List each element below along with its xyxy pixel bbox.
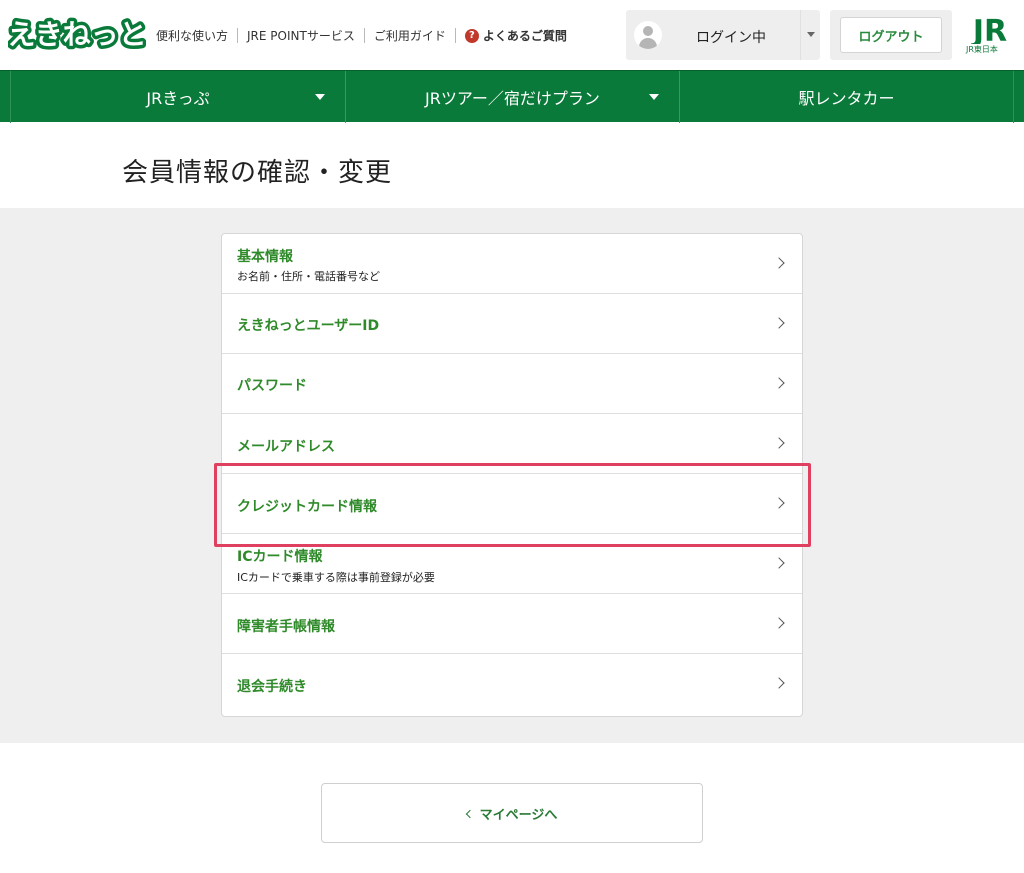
chevron-right-icon — [773, 497, 785, 509]
menu-item-basic-info[interactable]: 基本情報 お名前・住所・電話番号など — [222, 234, 802, 294]
chevron-left-icon — [465, 809, 474, 818]
login-status-dropdown[interactable]: ログイン中 — [626, 10, 820, 60]
menu-item-email[interactable]: メールアドレス — [222, 414, 802, 474]
nav-item-label: JRツアー／宿だけプラン — [425, 89, 600, 108]
chevron-right-icon — [773, 257, 785, 269]
nav-item-jr-tours[interactable]: JRツアー／宿だけプラン — [346, 71, 679, 123]
menu-item-title: 基本情報 — [237, 249, 293, 265]
chevron-right-icon — [773, 437, 785, 449]
caret-down-icon — [649, 94, 659, 100]
chevron-right-icon — [773, 617, 785, 629]
menu-item-credit-card[interactable]: クレジットカード情報 — [222, 474, 802, 534]
menu-item-subtitle: お名前・住所・電話番号など — [237, 270, 380, 283]
link-divider — [454, 28, 456, 43]
site-header: えきねっと えきねっと 便利な使い方 JRE POINTサービス ご利用ガイド … — [0, 0, 1024, 70]
nav-item-label: JRきっぷ — [146, 89, 210, 108]
link-how-to-use[interactable]: 便利な使い方 — [156, 27, 228, 44]
link-divider — [363, 28, 365, 43]
menu-item-ic-card[interactable]: ICカード情報 ICカードで乗車する際は事前登録が必要 — [222, 534, 802, 594]
chevron-right-icon — [773, 677, 785, 689]
jr-east-label: JR東日本 — [966, 45, 998, 54]
caret-down-icon — [315, 94, 325, 100]
menu-item-withdraw[interactable]: 退会手続き — [222, 654, 802, 714]
menu-item-user-id[interactable]: えきねっとユーザーID — [222, 294, 802, 354]
caret-down-icon — [807, 32, 815, 37]
nav-item-label: 駅レンタカー — [798, 89, 895, 108]
global-nav: JRきっぷ JRツアー／宿だけプラン 駅レンタカー — [0, 70, 1024, 123]
chevron-right-icon — [773, 557, 785, 569]
ekinet-logo[interactable]: えきねっと えきねっと — [8, 16, 146, 52]
mypage-label: マイページへ — [479, 806, 558, 822]
menu-item-disability-card[interactable]: 障害者手帳情報 — [222, 594, 802, 654]
link-faq[interactable]: ? よくあるご質問 — [464, 27, 567, 44]
member-info-menu: 基本情報 お名前・住所・電話番号など えきねっとユーザーID パスワード メール… — [221, 233, 803, 717]
avatar-icon — [634, 21, 662, 49]
page-title: 会員情報の確認・変更 — [122, 158, 393, 188]
mypage-button[interactable]: マイページへ — [321, 783, 703, 843]
nav-item-rent-a-car[interactable]: 駅レンタカー — [680, 71, 1013, 123]
nav-item-jr-tickets[interactable]: JRきっぷ — [11, 71, 345, 123]
link-guide[interactable]: ご利用ガイド — [374, 27, 446, 44]
menu-item-title: 障害者手帳情報 — [237, 619, 335, 635]
menu-item-title: えきねっとユーザーID — [237, 318, 380, 334]
menu-item-password[interactable]: パスワード — [222, 354, 802, 414]
menu-item-title: パスワード — [237, 378, 307, 394]
svg-text:JR: JR — [971, 14, 1007, 44]
login-status-label: ログイン中 — [696, 30, 766, 46]
link-divider — [237, 28, 239, 43]
menu-item-title: クレジットカード情報 — [237, 499, 377, 515]
chevron-right-icon — [773, 377, 785, 389]
menu-item-subtitle: ICカードで乗車する際は事前登録が必要 — [237, 571, 435, 584]
menu-item-title: ICカード情報 — [237, 549, 323, 565]
logout-container: ログアウト — [830, 10, 952, 60]
question-icon: ? — [464, 28, 479, 43]
login-dropdown-toggle[interactable] — [800, 10, 820, 60]
menu-item-title: 退会手続き — [237, 679, 307, 695]
faq-label: よくあるご質問 — [482, 29, 567, 43]
menu-item-title: メールアドレス — [237, 439, 335, 455]
chevron-right-icon — [773, 317, 785, 329]
logout-button[interactable]: ログアウト — [840, 17, 942, 53]
header-links: 便利な使い方 JRE POINTサービス ご利用ガイド ? よくあるご質問 — [156, 27, 567, 44]
link-jre-point[interactable]: JRE POINTサービス — [247, 27, 355, 44]
svg-text:えきねっと: えきねっと — [8, 18, 146, 51]
